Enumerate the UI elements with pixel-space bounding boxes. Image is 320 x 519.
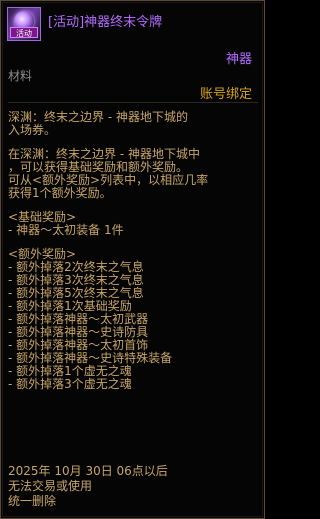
intro-line: 入场券。 bbox=[8, 123, 57, 137]
tooltip-footer: 2025年 10月 30日 06点以后 无法交易或使用 统一删除 bbox=[8, 464, 258, 509]
item-token-icon: 活动 bbox=[7, 7, 41, 41]
item-category: 材料 bbox=[8, 69, 33, 83]
extra-reward-item: - 额外掉落3个虚无之魂 bbox=[8, 377, 132, 391]
delete-notice: 统一删除 bbox=[8, 494, 57, 508]
item-tooltip: 活动 [活动]神器终末令牌 神器 材料 账号绑定 深渊：终末之边界 - 神器地下… bbox=[0, 0, 265, 519]
item-type: 神器 bbox=[225, 52, 252, 67]
detail-line: 获得1个额外奖励。 bbox=[8, 186, 112, 200]
base-reward-item: - 神器～太初装备 1件 bbox=[8, 223, 124, 237]
expire-date: 2025年 10月 30日 06点以后 bbox=[8, 464, 168, 478]
trade-restriction: 无法交易或使用 bbox=[8, 479, 93, 493]
tooltip-header: 活动 [活动]神器终末令牌 bbox=[7, 7, 259, 43]
divider bbox=[8, 102, 258, 103]
item-description: 深渊：终末之边界 - 神器地下城的 入场券。 在深渊：终末之边界 - 神器地下城… bbox=[8, 111, 258, 391]
item-title: [活动]神器终末令牌 bbox=[48, 15, 163, 30]
event-badge: 活动 bbox=[10, 27, 38, 38]
bind-status: 账号绑定 bbox=[199, 87, 252, 102]
